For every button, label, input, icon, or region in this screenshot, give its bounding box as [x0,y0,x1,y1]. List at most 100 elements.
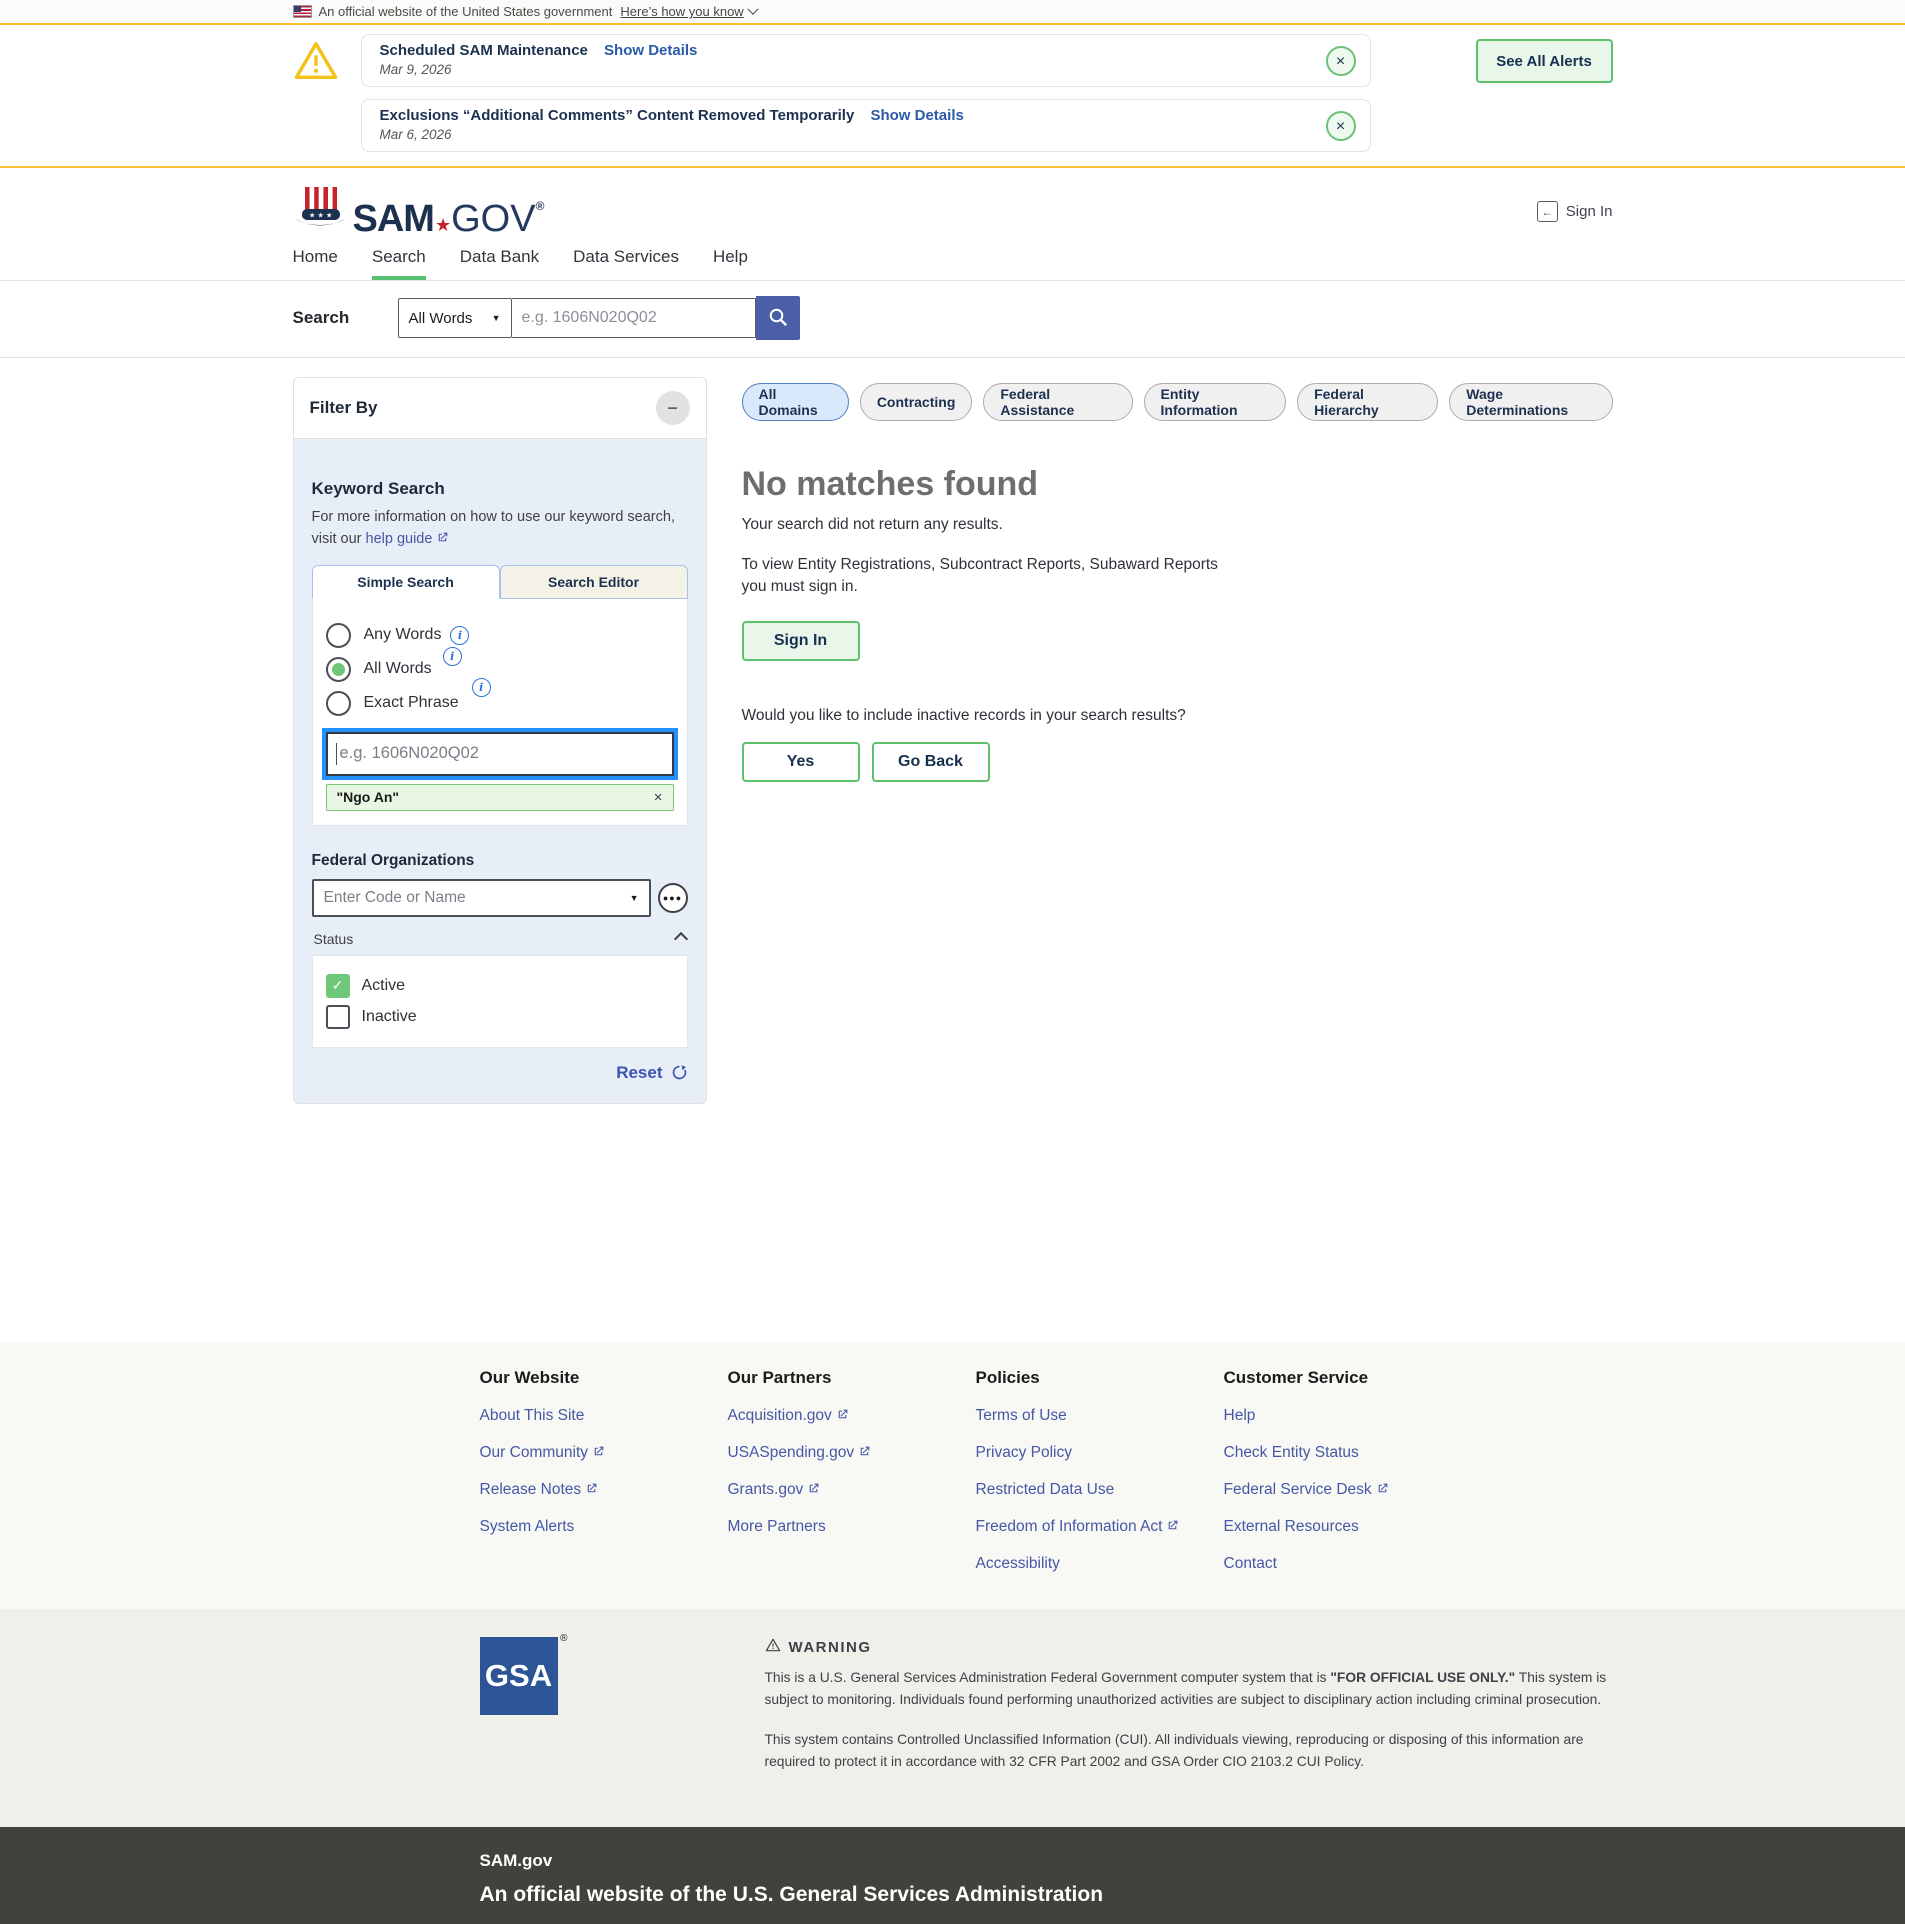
search-input[interactable] [512,298,756,338]
footer-link-help[interactable]: Help [1224,1407,1472,1425]
sign-in-arrow-icon: ← [1537,201,1558,222]
search-submit-button[interactable] [756,296,800,340]
footer-link-accessibility[interactable]: Accessibility [976,1555,1224,1573]
footer-link-about-this-site[interactable]: About This Site [480,1407,728,1425]
domain-tab-wage-determinations[interactable]: Wage Determinations [1449,383,1612,421]
external-link-icon [858,1445,871,1458]
keyword-input[interactable]: e.g. 1606N020Q02 [326,732,674,776]
alert-close-button[interactable]: × [1326,111,1356,141]
gov-banner: An official website of the United States… [0,0,1905,25]
see-all-alerts-button[interactable]: See All Alerts [1476,39,1613,83]
federal-organizations-select[interactable]: Enter Code or Name ▼ [312,879,651,917]
include-inactive-question: Would you like to include inactive recor… [742,707,1613,725]
footer-link-our-community[interactable]: Our Community [480,1444,728,1462]
global-search-bar: Search All Words ▼ [0,281,1905,358]
domain-tab-entity-information[interactable]: Entity Information [1144,383,1287,421]
tab-search-editor[interactable]: Search Editor [500,565,688,599]
collapse-filters-button[interactable]: − [656,391,690,425]
info-icon[interactable]: i [450,626,469,645]
domain-tab-all-domains[interactable]: All Domains [742,383,849,421]
tab-simple-search[interactable]: Simple Search [312,565,500,599]
footer-links-section: Our Website About This Site Our Communit… [0,1342,1905,1609]
svg-text:★: ★ [309,212,315,220]
nav-item-help[interactable]: Help [713,247,748,267]
no-results-text: Your search did not return any results. [742,516,1613,534]
checkbox-label-active: Active [362,977,406,995]
radio-label-all-words: All Words [364,660,432,678]
yes-button[interactable]: Yes [742,742,860,782]
nav-item-home[interactable]: Home [293,247,338,267]
alert-show-details-link[interactable]: Show Details [870,107,963,124]
help-guide-link[interactable]: help guide [366,531,450,547]
text-caret [336,743,337,765]
footer-link-restricted-data-use[interactable]: Restricted Data Use [976,1481,1224,1499]
footer-column-policies: Policies Terms of Use Privacy Policy Res… [976,1368,1224,1573]
footer-link-privacy-policy[interactable]: Privacy Policy [976,1444,1224,1462]
footer-column-heading: Our Partners [728,1368,976,1388]
footer-link-check-entity-status[interactable]: Check Entity Status [1224,1444,1472,1462]
checkbox-inactive[interactable] [326,1005,350,1029]
domain-tab-contracting[interactable]: Contracting [860,383,973,421]
external-link-icon [592,1445,605,1458]
alert-close-button[interactable]: × [1326,46,1356,76]
warning-triangle-icon [293,38,339,89]
warning-paragraph-1: This is a U.S. General Services Administ… [765,1667,1613,1711]
more-options-button[interactable]: ●●● [658,883,688,913]
nav-item-search[interactable]: Search [372,247,426,267]
registered-mark: ® [560,1633,567,1644]
footer-link-usaspending-gov[interactable]: USASpending.gov [728,1444,976,1462]
magnifier-icon [767,306,789,331]
footer-link-acquisition-gov[interactable]: Acquisition.gov [728,1407,976,1425]
sign-in-required-text: To view Entity Registrations, Subcontrac… [742,554,1242,599]
nav-item-data-bank[interactable]: Data Bank [460,247,539,267]
search-results-area: All Domains Contracting Federal Assistan… [742,377,1613,782]
header-sign-in-link[interactable]: ← Sign In [1537,201,1613,222]
radio-any-words[interactable] [326,623,351,648]
reset-filters-link[interactable]: Reset [616,1063,687,1083]
warning-title: WARNING [789,1639,872,1656]
footer-link-external-resources[interactable]: External Resources [1224,1518,1472,1536]
footer-link-more-partners[interactable]: More Partners [728,1518,976,1536]
info-icon[interactable]: i [443,647,462,666]
footer-column-customer-service: Customer Service Help Check Entity Statu… [1224,1368,1472,1573]
footer-link-system-alerts[interactable]: System Alerts [480,1518,728,1536]
footer-link-contact[interactable]: Contact [1224,1555,1472,1573]
status-options-box: ✓ Active Inactive [312,955,688,1048]
footer-link-foia[interactable]: Freedom of Information Act [976,1518,1224,1536]
keyword-chip: "Ngo An" × [326,784,674,811]
domain-tab-federal-hierarchy[interactable]: Federal Hierarchy [1297,383,1438,421]
how-you-know-link[interactable]: Here’s how you know [620,4,743,19]
radio-label-any-words: Any Words [364,626,442,644]
nav-item-data-services[interactable]: Data Services [573,247,679,267]
sam-gov-logo[interactable]: ★ ★ ★ SAM★GOV® [293,185,544,238]
keyword-input-placeholder: e.g. 1606N020Q02 [340,744,479,763]
chevron-up-icon[interactable] [673,931,687,945]
gsa-logo: GSA ® [480,1637,558,1791]
main-content: Filter By − Keyword Search For more info… [0,358,1905,1342]
radio-all-words[interactable] [326,657,351,682]
footer-link-grants-gov[interactable]: Grants.gov [728,1481,976,1499]
alert-show-details-link[interactable]: Show Details [604,42,697,59]
footer-link-release-notes[interactable]: Release Notes [480,1481,728,1499]
domain-tabs: All Domains Contracting Federal Assistan… [742,383,1613,421]
checkbox-active[interactable]: ✓ [326,974,350,998]
footer-link-terms-of-use[interactable]: Terms of Use [976,1407,1224,1425]
search-mode-select[interactable]: All Words ▼ [398,298,512,338]
footer-column-heading: Policies [976,1368,1224,1388]
site-header: ★ ★ ★ SAM★GOV® ← Sign In [0,168,1905,247]
uncle-sam-hat-icon: ★ ★ ★ [293,185,347,238]
external-link-icon [1376,1482,1389,1495]
sign-in-button[interactable]: Sign In [742,621,860,661]
external-link-icon [807,1482,820,1495]
info-icon[interactable]: i [472,678,491,697]
go-back-button[interactable]: Go Back [872,742,990,782]
domain-tab-federal-assistance[interactable]: Federal Assistance [983,383,1132,421]
us-flag-icon [293,5,312,18]
chip-remove-icon[interactable]: × [654,789,663,806]
radio-exact-phrase[interactable] [326,691,351,716]
warning-paragraph-2: This system contains Controlled Unclassi… [765,1729,1613,1773]
alert-title: Exclusions “Additional Comments” Content… [380,107,855,124]
footer-link-federal-service-desk[interactable]: Federal Service Desk [1224,1481,1472,1499]
chevron-down-icon [747,3,758,14]
footer-site-name: SAM.gov [480,1851,1613,1871]
